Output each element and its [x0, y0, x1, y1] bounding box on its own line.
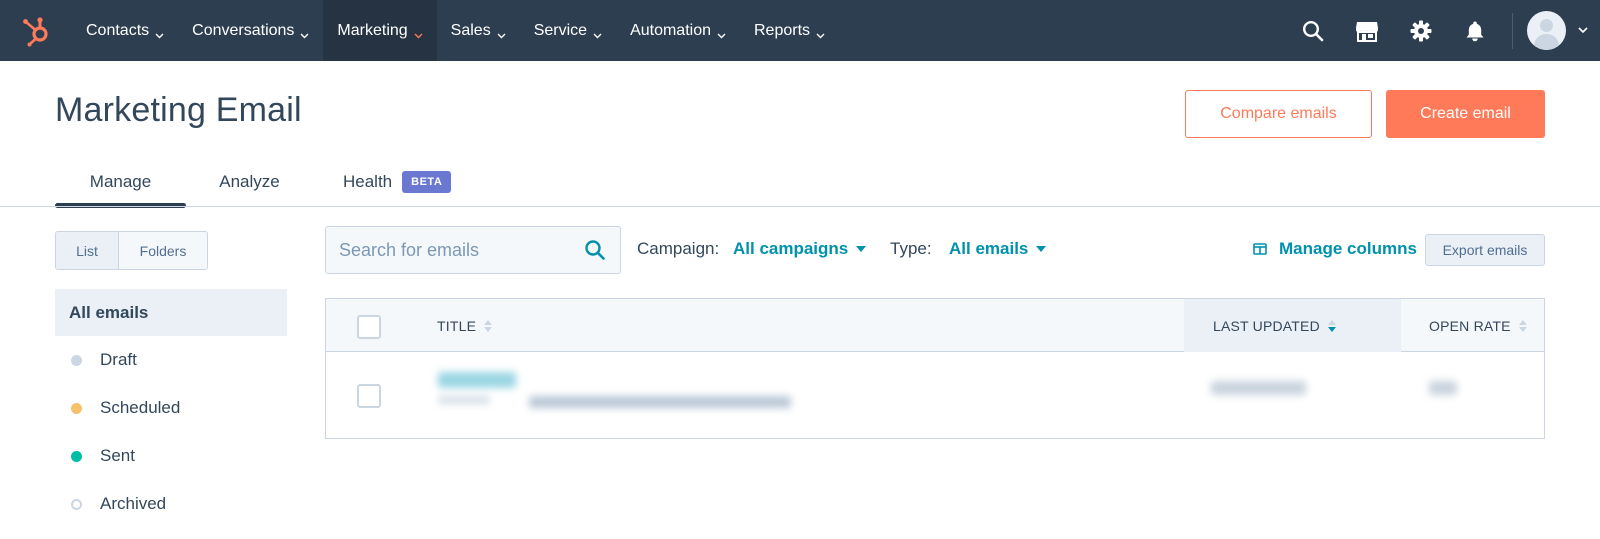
campaign-filter-label: Campaign: [637, 239, 720, 258]
sidebar-item-label: Sent [100, 446, 135, 465]
tab-health[interactable]: Health BETA [313, 155, 473, 208]
row-checkbox[interactable] [357, 384, 381, 408]
column-updated-label: LAST UPDATED [1213, 317, 1320, 334]
gear-icon[interactable] [1394, 0, 1448, 61]
column-title-label: TITLE [437, 317, 477, 334]
sidebar-item-draft[interactable]: Draft [55, 336, 287, 384]
status-dot-icon [71, 450, 82, 462]
column-open-rate-label: OPEN RATE [1429, 317, 1511, 334]
sort-descending-icon [1327, 319, 1336, 332]
caret-down-icon [1036, 246, 1047, 252]
status-filter-list: All emails Draft Scheduled Sent Archived [55, 289, 287, 528]
sidebar-item-label: Draft [100, 350, 137, 369]
table-header: TITLE LAST UPDATED OPEN RATE [326, 299, 1544, 352]
status-dot-icon [71, 498, 82, 510]
hubspot-logo-icon[interactable] [0, 0, 72, 61]
search-icon[interactable] [584, 239, 606, 266]
tab-manage-label: Manage [89, 171, 152, 191]
nav-reports[interactable]: Reports [740, 0, 839, 61]
nav-conversations[interactable]: Conversations [178, 0, 323, 61]
nav-service[interactable]: Service [520, 0, 616, 61]
manage-columns-link[interactable]: Manage columns [1253, 239, 1417, 259]
avatar [1527, 11, 1566, 50]
nav-divider [1512, 12, 1513, 49]
caret-down-icon [856, 246, 867, 252]
chevron-down-icon [593, 26, 602, 39]
status-dot-icon [71, 402, 82, 414]
beta-badge: BETA [402, 170, 452, 193]
tab-health-label: Health [343, 171, 393, 191]
compare-emails-button[interactable]: Compare emails [1185, 90, 1372, 138]
tabs-divider [0, 206, 1600, 207]
nav-conversations-label: Conversations [192, 21, 295, 39]
sidebar-item-archived[interactable]: Archived [55, 480, 287, 528]
nav-utilities [1286, 0, 1600, 61]
tab-analyze[interactable]: Analyze [186, 155, 313, 208]
sidebar-item-scheduled[interactable]: Scheduled [55, 384, 287, 432]
account-menu[interactable] [1527, 11, 1600, 50]
tab-analyze-label: Analyze [219, 171, 280, 191]
chevron-down-icon [816, 26, 825, 39]
bell-icon[interactable] [1448, 0, 1502, 61]
marketplace-icon[interactable] [1340, 0, 1394, 61]
chevron-down-icon [717, 26, 726, 39]
nav-marketing[interactable]: Marketing [323, 0, 437, 61]
chevron-down-icon [414, 26, 423, 39]
page-title: Marketing Email [55, 91, 302, 129]
column-header-title[interactable]: TITLE [437, 299, 493, 352]
tab-bar: Manage Analyze Health BETA [55, 155, 473, 208]
campaign-filter-value: All campaigns [733, 239, 849, 258]
type-filter-dropdown[interactable]: All emails [949, 239, 1047, 259]
status-dot-icon [71, 354, 82, 366]
search-input[interactable] [326, 239, 566, 261]
last-updated-value [1211, 381, 1306, 395]
nav-menu: Contacts Conversations Marketing Sales Servi… [72, 0, 839, 61]
column-header-open-rate[interactable]: OPEN RATE [1429, 299, 1527, 352]
sidebar-item-all-emails[interactable]: All emails [55, 289, 287, 336]
nav-contacts-label: Contacts [86, 21, 150, 39]
type-filter-value: All emails [949, 239, 1029, 258]
sort-icon [484, 319, 493, 332]
sort-icon [1518, 319, 1527, 332]
emails-table: TITLE LAST UPDATED OPEN RATE [325, 298, 1545, 439]
nav-automation[interactable]: Automation [616, 0, 740, 61]
select-all-checkbox[interactable] [357, 315, 381, 339]
search-box [325, 226, 621, 274]
nav-automation-label: Automation [630, 21, 711, 39]
chevron-down-icon [300, 26, 309, 39]
nav-service-label: Service [533, 21, 588, 39]
campaign-filter-dropdown[interactable]: All campaigns [733, 239, 867, 259]
sidebar-item-label: Archived [100, 494, 167, 513]
export-emails-button[interactable]: Export emails [1425, 234, 1545, 266]
chevron-down-icon [497, 26, 506, 39]
column-header-last-updated[interactable]: LAST UPDATED [1184, 299, 1401, 352]
email-title-link[interactable] [438, 372, 516, 388]
top-nav: Contacts Conversations Marketing Sales Servi… [0, 0, 1600, 61]
nav-marketing-label: Marketing [337, 21, 408, 39]
view-toggle: List Folders [55, 231, 208, 270]
email-subtitle [438, 396, 490, 404]
nav-contacts[interactable]: Contacts [72, 0, 178, 61]
list-view-button[interactable]: List [56, 232, 119, 269]
type-filter-label: Type: [890, 239, 932, 258]
columns-icon [1253, 243, 1267, 255]
search-icon[interactable] [1286, 0, 1340, 61]
nav-sales-label: Sales [450, 21, 491, 39]
open-rate-value [1429, 381, 1457, 395]
folders-view-button[interactable]: Folders [119, 232, 207, 269]
tab-manage[interactable]: Manage [55, 155, 186, 208]
manage-columns-label: Manage columns [1279, 239, 1417, 258]
sidebar-item-sent[interactable]: Sent [55, 432, 287, 480]
email-details [529, 396, 791, 408]
nav-reports-label: Reports [754, 21, 811, 39]
chevron-down-icon [155, 26, 164, 39]
nav-sales[interactable]: Sales [437, 0, 520, 61]
chevron-down-icon [1578, 27, 1588, 34]
create-email-button[interactable]: Create email [1386, 90, 1545, 138]
sidebar-item-label: Scheduled [100, 398, 181, 417]
